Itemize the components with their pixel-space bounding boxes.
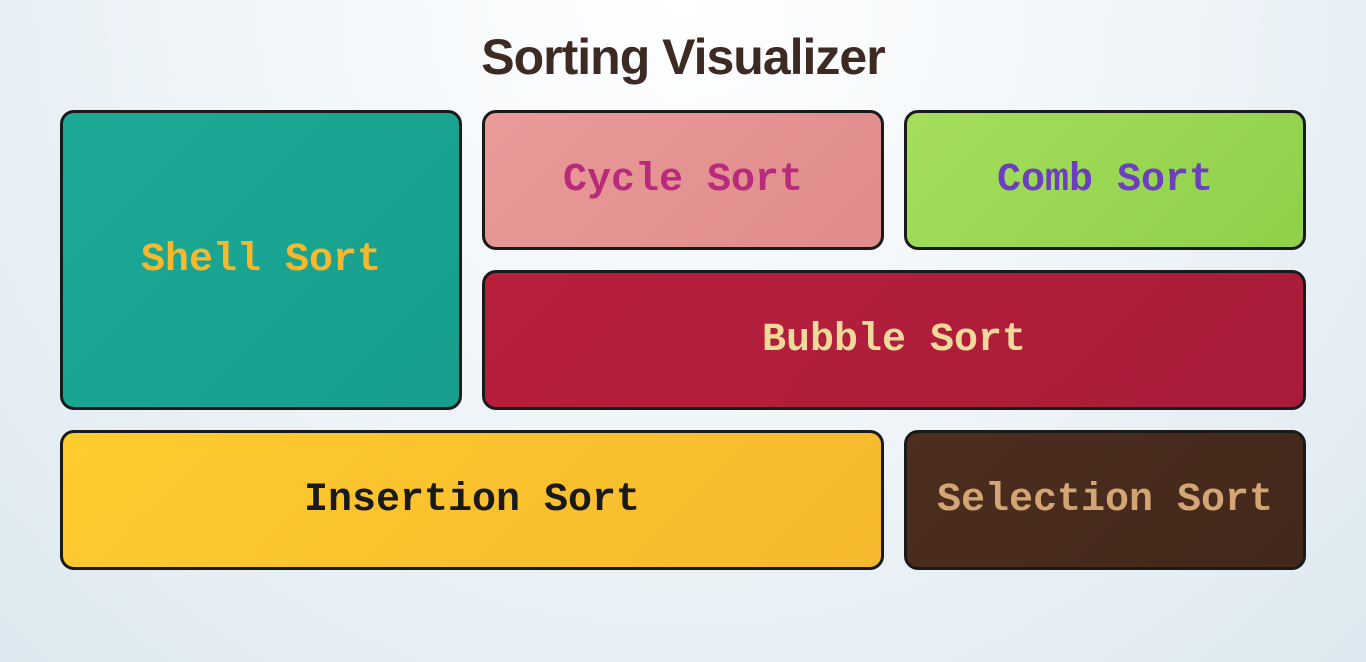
page-title: Sorting Visualizer — [0, 0, 1366, 110]
shell-sort-label: Shell Sort — [141, 238, 381, 283]
cycle-sort-card[interactable]: Cycle Sort — [482, 110, 884, 250]
insertion-sort-card[interactable]: Insertion Sort — [60, 430, 884, 570]
selection-sort-label: Selection Sort — [937, 478, 1273, 523]
insertion-sort-label: Insertion Sort — [304, 478, 640, 523]
shell-sort-card[interactable]: Shell Sort — [60, 110, 462, 410]
bubble-sort-label: Bubble Sort — [762, 318, 1026, 363]
comb-sort-label: Comb Sort — [997, 158, 1213, 203]
cycle-sort-label: Cycle Sort — [563, 158, 803, 203]
algorithm-grid: Shell Sort Cycle Sort Comb Sort Bubble S… — [0, 110, 1366, 570]
bubble-sort-card[interactable]: Bubble Sort — [482, 270, 1306, 410]
comb-sort-card[interactable]: Comb Sort — [904, 110, 1306, 250]
selection-sort-card[interactable]: Selection Sort — [904, 430, 1306, 570]
